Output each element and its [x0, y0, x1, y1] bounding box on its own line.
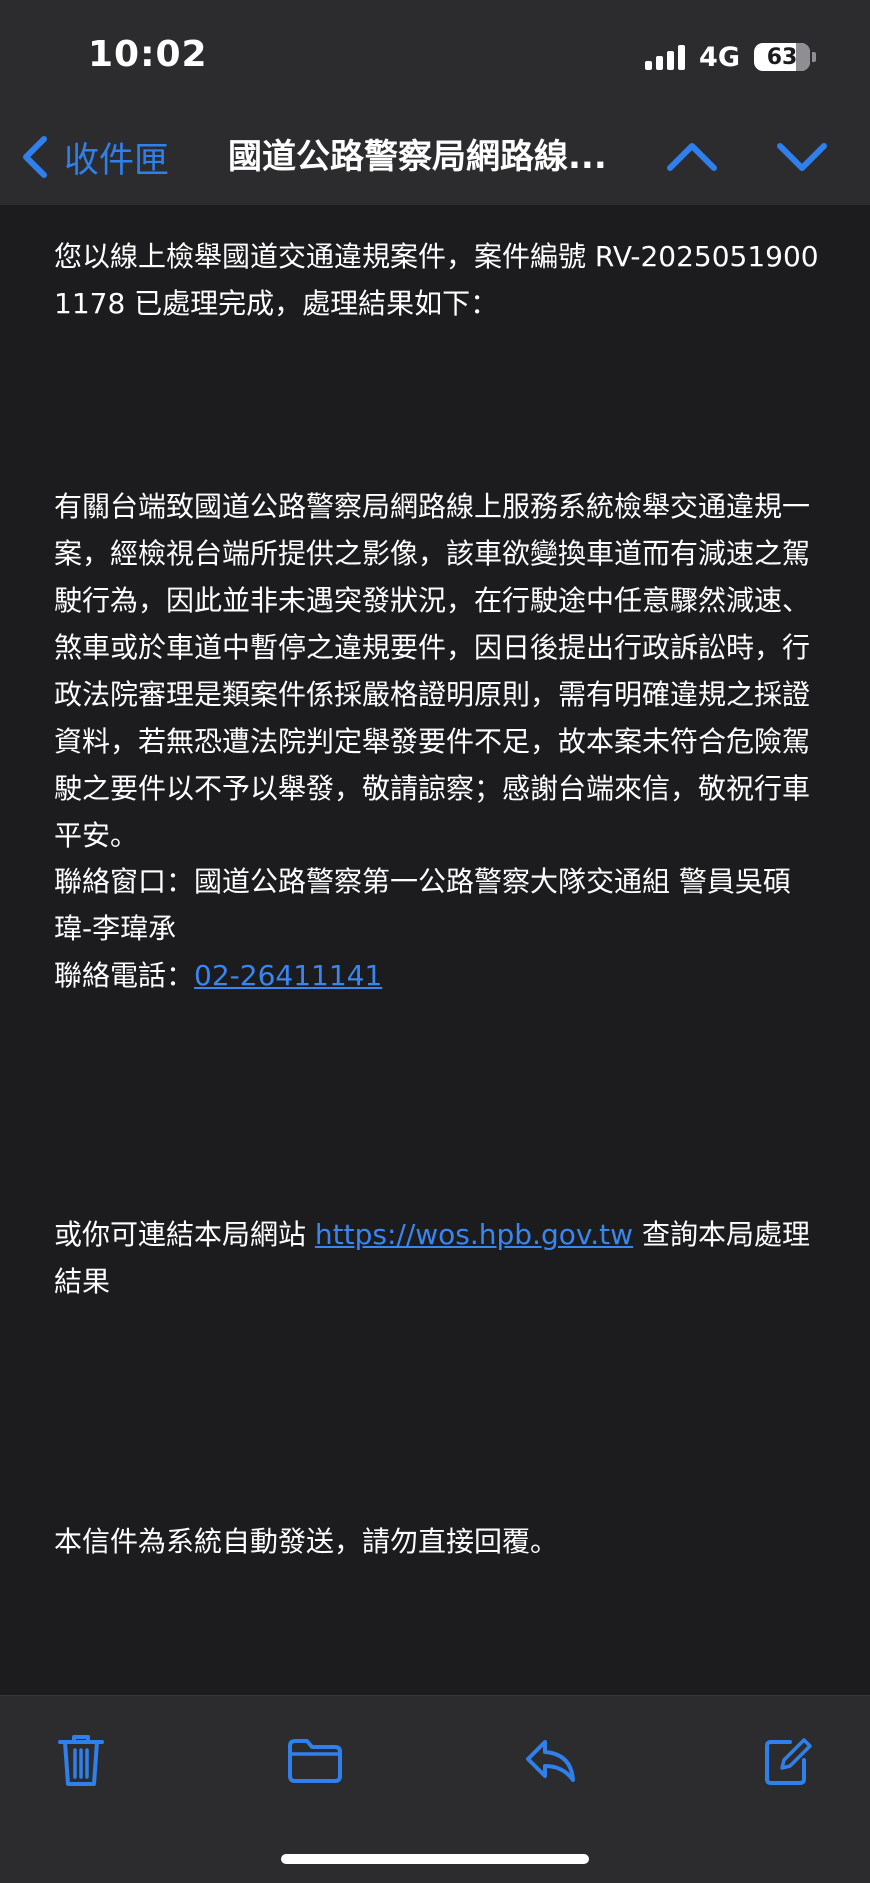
contact-window: 聯絡窗口：國道公路警察第一公路警察大隊交通組 警員吳碩瑋-李瑋承: [54, 865, 791, 945]
website-line: 或你可連結本局網站 https://wos.hpb.gov.tw 查詢本局處理結…: [54, 1211, 820, 1305]
chevron-up-icon: [667, 143, 717, 171]
email-body: 您以線上檢舉國道交通違規案件，案件編號 RV-20250519001178 已處…: [0, 205, 870, 1695]
phone-link[interactable]: 02-26411141: [194, 959, 382, 992]
phone-label: 聯絡電話：: [54, 959, 195, 992]
battery-level: 63: [766, 44, 798, 70]
contact-phone-line: 聯絡電話：02-26411141: [54, 952, 820, 999]
email-result-body: 有關台端致國道公路警察局網路線上服務系統檢舉交通違規一案，經檢視台端所提供之影像…: [54, 490, 811, 852]
battery-icon: 63: [754, 43, 810, 71]
chevron-left-icon: [23, 136, 47, 178]
next-message-button[interactable]: [774, 134, 830, 184]
network-type: 4G: [699, 41, 740, 73]
auto-send-note: 本信件為系統自動發送，請勿直接回覆。: [54, 1525, 559, 1558]
home-indicator[interactable]: [281, 1854, 589, 1864]
chevron-down-icon: [777, 143, 827, 171]
folder-icon: [288, 1739, 342, 1783]
website-link[interactable]: https://wos.hpb.gov.tw: [315, 1218, 633, 1251]
compose-icon: [765, 1738, 812, 1785]
battery-empty-portion: [796, 43, 810, 71]
previous-message-button[interactable]: [664, 134, 720, 184]
battery-cap: [812, 52, 816, 62]
status-bar: 10:02 4G 63: [0, 0, 870, 110]
reply-icon: [526, 1740, 575, 1782]
reply-button[interactable]: [523, 1732, 579, 1792]
status-indicators: 4G 63: [645, 40, 816, 74]
website-prefix: 或你可連結本局網站: [54, 1218, 315, 1251]
status-time: 10:02: [88, 34, 208, 75]
back-label: 收件匣: [64, 140, 170, 181]
trash-icon: [58, 1735, 104, 1786]
mail-nav-bar: 收件匣 國道公路警察局網路線...: [0, 110, 870, 206]
move-to-folder-button[interactable]: [286, 1732, 344, 1792]
back-to-inbox-button[interactable]: 收件匣: [18, 132, 169, 182]
compose-button[interactable]: [762, 1732, 814, 1792]
cellular-signal-icon: [645, 44, 686, 70]
email-subject-title: 國道公路警察局網路線...: [228, 137, 607, 177]
email-intro: 您以線上檢舉國道交通違規案件，案件編號 RV-20250519001178 已處…: [54, 240, 819, 320]
delete-button[interactable]: [56, 1732, 106, 1792]
